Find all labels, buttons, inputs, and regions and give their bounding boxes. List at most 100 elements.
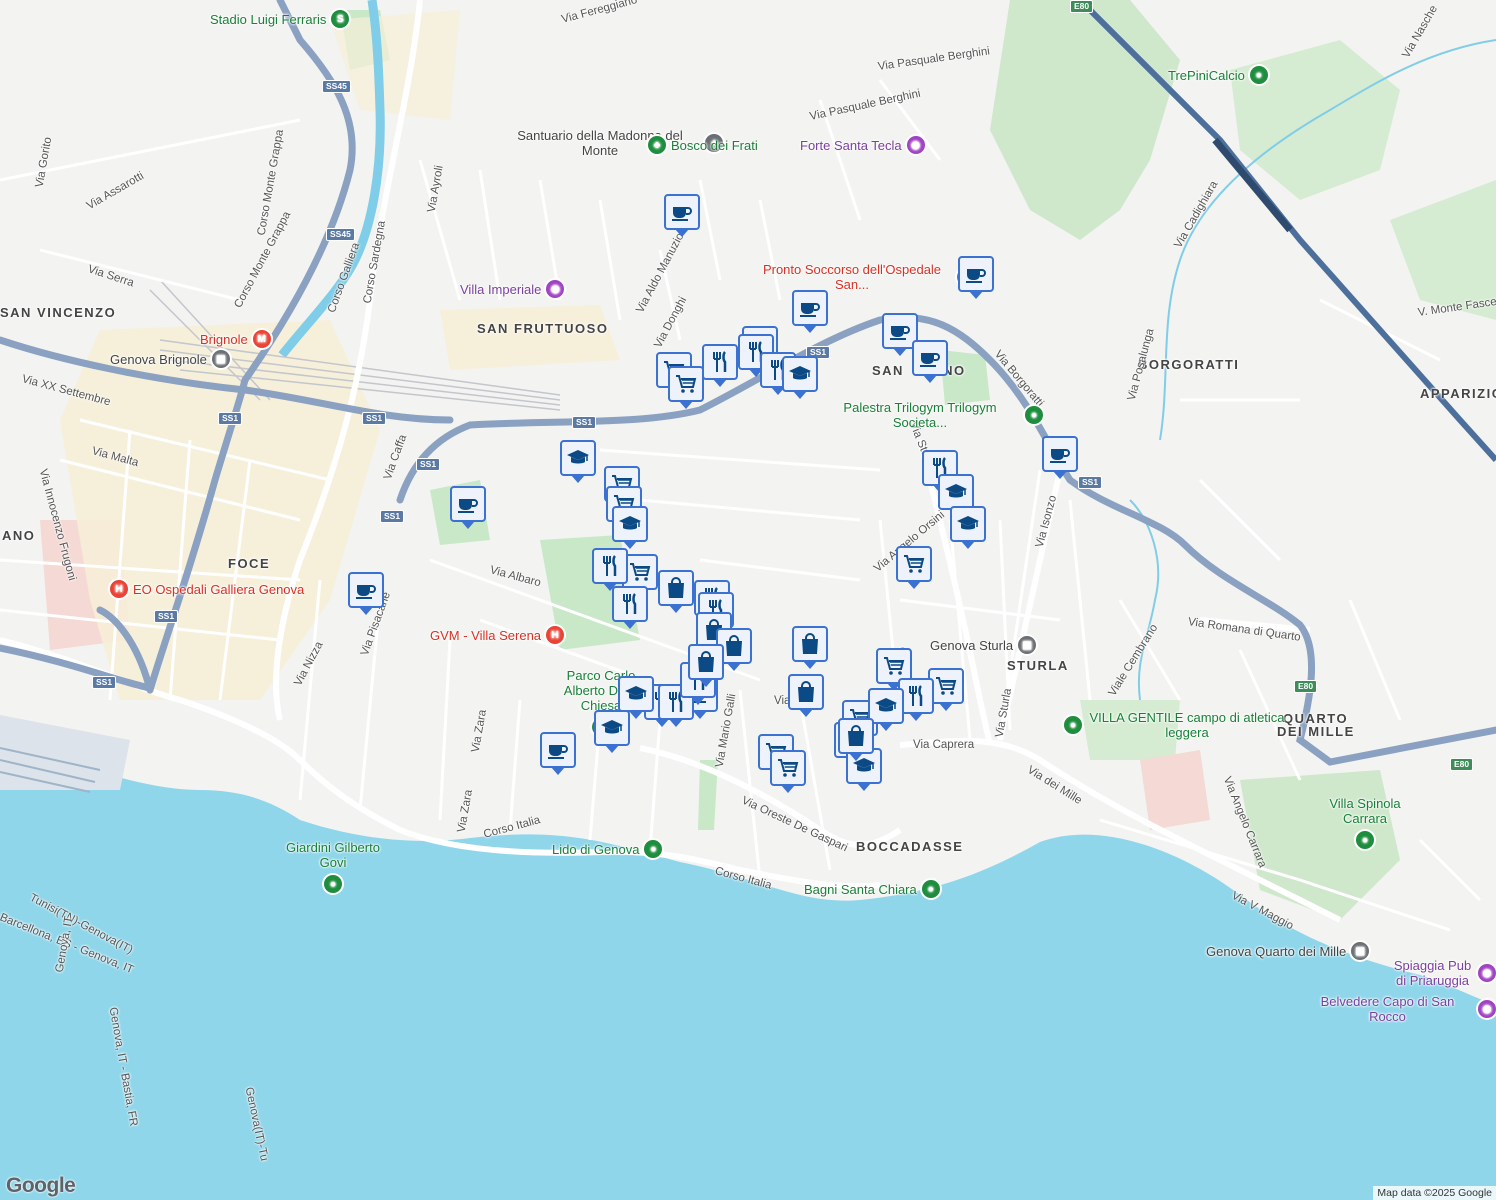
place-label[interactable]: ● TrePiniCalcio	[1168, 66, 1268, 84]
school-icon	[625, 686, 647, 700]
place-label[interactable]: ♣ Bosco dei Frati	[648, 136, 758, 154]
school-marker[interactable]	[612, 506, 648, 549]
cafe-marker[interactable]	[540, 732, 576, 775]
road-shield: SS45	[322, 80, 351, 93]
cafe-marker[interactable]	[958, 256, 994, 299]
place-label[interactable]: ● Bagni Santa Chiara	[804, 880, 940, 898]
road-shield: SS1	[1078, 476, 1103, 489]
place-name: Genova Brignole	[110, 351, 207, 367]
district-label: FOCE	[228, 556, 271, 571]
street-label: Via Caprera	[913, 739, 975, 751]
place-label[interactable]: ▣ Genova Brignole	[110, 350, 230, 368]
place-name: VILLA GENTILE campo di atletica leggera	[1089, 710, 1285, 740]
school-marker[interactable]	[618, 676, 654, 719]
grocery-icon	[936, 677, 957, 695]
place-name: EO Ospedali Galliera Genova	[133, 581, 305, 597]
restaurant-icon	[623, 593, 637, 614]
place-label[interactable]: H GVM - Villa Serena	[430, 626, 565, 644]
place-label[interactable]: ◉ Belvedere Capo di San Rocco	[1302, 994, 1496, 1024]
shopping-marker[interactable]	[792, 626, 828, 669]
park-icon: ●	[1249, 66, 1268, 84]
place-label[interactable]: ● Palestra Trilogym Trilogym Societa...	[820, 400, 1043, 430]
restaurant-icon	[603, 555, 617, 576]
grocery-marker[interactable]	[770, 750, 806, 793]
school-icon	[957, 516, 979, 530]
shopping-icon	[802, 633, 818, 654]
cafe-icon	[548, 745, 568, 759]
place-name: GVM - Villa Serena	[430, 627, 542, 643]
district-label: SAN VINCENZO	[0, 305, 117, 320]
train-icon: ▣	[1018, 636, 1037, 654]
district-label: SAN FRUTTUOSO	[477, 321, 609, 336]
grocery-icon	[904, 555, 925, 573]
cafe-marker[interactable]	[1042, 436, 1078, 479]
school-marker[interactable]	[594, 710, 630, 753]
park-icon: ●	[324, 875, 342, 893]
place-label[interactable]: HPronto Soccorso dell'Ospedale San...	[752, 262, 975, 292]
tree-icon: ♣	[648, 136, 666, 154]
school-marker[interactable]	[560, 440, 596, 483]
beach-icon: ●	[644, 840, 663, 858]
camera-icon: ◉	[1478, 1000, 1496, 1018]
school-marker[interactable]	[868, 688, 904, 731]
train-icon: ▣	[1351, 942, 1370, 960]
google-logo: Google	[6, 1174, 76, 1197]
shopping-marker[interactable]	[788, 674, 824, 717]
cafe-marker[interactable]	[664, 194, 700, 237]
shopping-icon	[848, 725, 864, 746]
school-marker[interactable]	[938, 474, 974, 517]
school-marker[interactable]	[950, 506, 986, 549]
place-label[interactable]: ● VILLA GENTILE campo di atletica leggera	[1064, 710, 1287, 740]
place-name: Pronto Soccorso dell'Ospedale San...	[762, 262, 942, 292]
place-name: Bosco dei Frati	[671, 137, 758, 153]
place-label[interactable]: ◉ Villa Imperiale	[460, 280, 565, 298]
road-shield: SS1	[572, 416, 597, 429]
map-attribution[interactable]: Map data ©2025 Google	[1373, 1186, 1496, 1200]
shopping-icon	[798, 681, 814, 702]
school-icon	[619, 516, 641, 530]
place-label[interactable]: ● Lido di Genova	[552, 840, 663, 858]
park-icon: ●	[1064, 716, 1082, 734]
shopping-icon	[726, 635, 742, 656]
cafe-icon	[458, 499, 478, 513]
cafe-marker[interactable]	[450, 486, 486, 529]
stadium-icon: S	[331, 10, 350, 28]
grocery-marker[interactable]	[668, 366, 704, 409]
place-label[interactable]: ▣ Genova Quarto dei Mille	[1206, 942, 1370, 960]
cafe-marker[interactable]	[912, 340, 948, 383]
restaurant-icon	[713, 351, 727, 372]
map-canvas[interactable]: SAN VINCENZO SAN FRUTTUOSO FOCE BOCCADASSE S…	[0, 0, 1496, 1200]
school-icon	[875, 698, 897, 712]
grocery-icon	[884, 657, 905, 675]
school-icon	[789, 366, 811, 380]
cafe-marker[interactable]	[348, 572, 384, 615]
shopping-marker[interactable]	[838, 718, 874, 761]
place-label[interactable]: ▣ Genova Sturla	[930, 636, 1037, 654]
camera-icon: ◉	[1478, 964, 1496, 982]
place-name: Forte Santa Tecla	[800, 137, 902, 153]
road-shield: SS1	[362, 412, 387, 425]
restaurant-marker[interactable]	[612, 586, 648, 629]
place-label[interactable]: ● Villa Spinola Carrara	[1310, 796, 1420, 849]
hospital-icon: H	[546, 626, 565, 644]
district-label: STURLA	[1007, 658, 1069, 673]
place-label[interactable]: H EO Ospedali Galliera Genova	[110, 580, 304, 598]
shopping-marker[interactable]	[688, 644, 724, 687]
restaurant-marker[interactable]	[592, 548, 628, 591]
road-shield: SS45	[326, 228, 355, 241]
place-label[interactable]: M Brignole	[200, 330, 271, 348]
restaurant-marker[interactable]	[702, 344, 738, 387]
cafe-marker[interactable]	[792, 290, 828, 333]
district-label: ANO	[2, 528, 36, 543]
district-label: BOCCADASSE	[856, 839, 964, 854]
place-label[interactable]: ◉ Forte Santa Tecla	[800, 136, 925, 154]
place-label[interactable]: ◉ Spiaggia Pub di Priaruggia	[1392, 958, 1496, 988]
place-name: Genova Sturla	[930, 637, 1014, 653]
shopping-marker[interactable]	[658, 570, 694, 613]
cafe-icon	[1050, 449, 1070, 463]
place-label[interactable]: S Stadio Luigi Ferraris	[210, 10, 350, 28]
school-marker[interactable]	[782, 356, 818, 399]
place-label[interactable]: ● Giardini Gilberto Govi	[278, 840, 388, 893]
beach-icon: ●	[921, 880, 940, 898]
grocery-marker[interactable]	[896, 546, 932, 589]
